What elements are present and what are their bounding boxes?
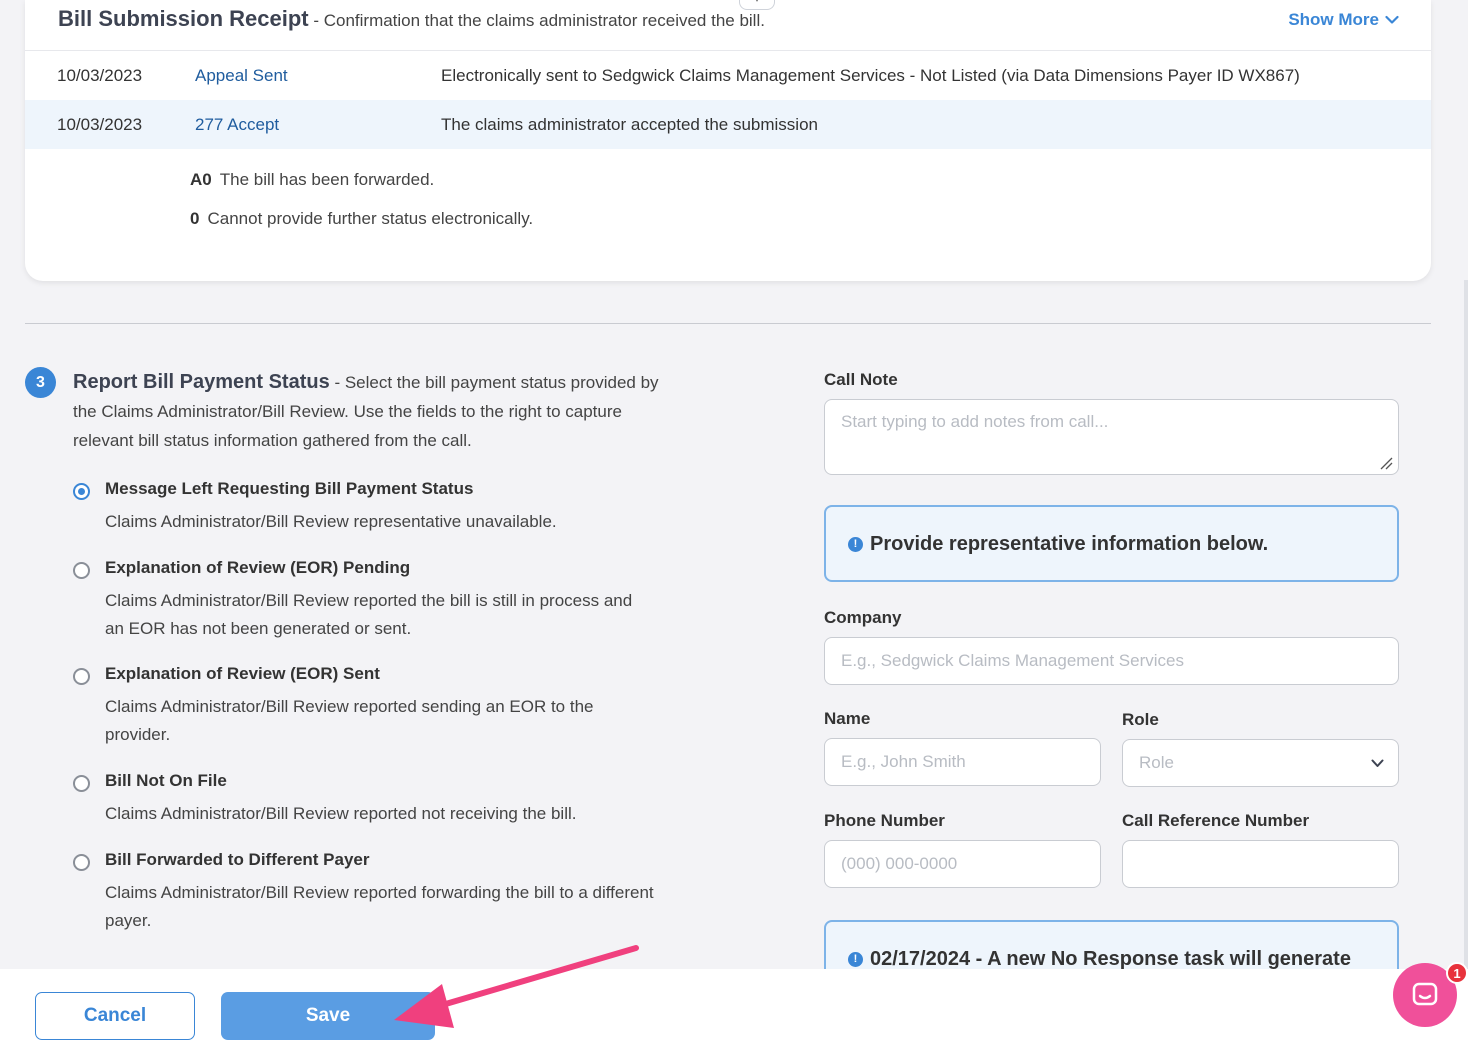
- radio-option-message-left[interactable]: Message Left Requesting Bill Payment Sta…: [73, 479, 653, 539]
- phone-number-input[interactable]: [824, 840, 1101, 888]
- radio-option-label: Explanation of Review (EOR) Sent: [105, 664, 380, 683]
- call-reference-input[interactable]: [1122, 840, 1399, 888]
- step-title: Report Bill Payment Status: [73, 371, 330, 393]
- radio-button[interactable]: [73, 854, 90, 871]
- info-message-box: ! Provide representative information bel…: [824, 505, 1399, 582]
- company-label: Company: [824, 608, 902, 627]
- radio-button[interactable]: [73, 562, 90, 579]
- resize-handle-icon[interactable]: [1379, 456, 1393, 470]
- status-code-text: The bill has been forwarded.: [219, 170, 435, 189]
- bill-submission-receipt-card: ▾ Bill Submission Receipt - Confirmation…: [25, 0, 1431, 281]
- call-note-label: Call Note: [824, 370, 898, 389]
- radio-option-description: Claims Administrator/Bill Review reporte…: [105, 883, 654, 930]
- radio-option-description: Claims Administrator/Bill Review reporte…: [105, 697, 594, 744]
- chevron-down-icon: [1385, 15, 1399, 24]
- receipt-header: Bill Submission Receipt - Confirmation t…: [58, 6, 765, 32]
- info-icon: !: [848, 952, 863, 967]
- show-more-button[interactable]: Show More: [1288, 10, 1399, 30]
- receipt-subtitle: - Confirmation that the claims administr…: [308, 11, 765, 30]
- radio-option-label: Bill Not On File: [105, 771, 227, 790]
- receipt-title: Bill Submission Receipt: [58, 6, 309, 31]
- radio-option-eor-pending[interactable]: Explanation of Review (EOR) Pending Clai…: [73, 558, 653, 648]
- status-code: 0: [190, 209, 200, 228]
- call-reference-label: Call Reference Number: [1122, 811, 1310, 830]
- radio-option-description: Claims Administrator/Bill Review reporte…: [105, 804, 577, 823]
- chevron-down-icon: [1371, 759, 1384, 767]
- receipt-description: The claims administrator accepted the su…: [441, 114, 818, 134]
- task-notice-text: 02/17/2024 - A new No Response task will…: [870, 948, 1351, 970]
- phone-number-label: Phone Number: [824, 811, 945, 830]
- section-divider: [25, 323, 1431, 324]
- company-input[interactable]: [824, 637, 1399, 685]
- call-note-textarea[interactable]: [824, 399, 1399, 475]
- info-message-text: Provide representative information below…: [870, 533, 1269, 555]
- role-select-value: Role: [1139, 753, 1174, 772]
- radio-option-description: Claims Administrator/Bill Review represe…: [105, 512, 557, 531]
- radio-option-bill-not-on-file[interactable]: Bill Not On File Claims Administrator/Bi…: [73, 771, 653, 831]
- radio-button[interactable]: [73, 775, 90, 792]
- status-code: A0: [190, 170, 212, 189]
- radio-option-label: Bill Forwarded to Different Payer: [105, 850, 370, 869]
- role-label: Role: [1122, 710, 1159, 729]
- action-bar: Cancel Save: [0, 969, 1468, 1058]
- status-code-text: Cannot provide further status electronic…: [207, 209, 534, 228]
- chat-icon: [1412, 982, 1438, 1006]
- radio-button[interactable]: [73, 668, 90, 685]
- notification-badge: 1: [1446, 962, 1468, 984]
- name-input[interactable]: [824, 738, 1101, 786]
- receipt-date: 10/03/2023: [57, 65, 143, 85]
- radio-option-description: Claims Administrator/Bill Review reporte…: [105, 591, 633, 638]
- show-more-label: Show More: [1288, 10, 1379, 29]
- step-intro: Report Bill Payment Status - Select the …: [73, 368, 673, 455]
- radio-option-eor-sent[interactable]: Explanation of Review (EOR) Sent Claims …: [73, 664, 653, 754]
- receipt-description: Electronically sent to Sedgwick Claims M…: [441, 65, 1300, 85]
- radio-option-label: Explanation of Review (EOR) Pending: [105, 558, 411, 577]
- info-icon: !: [848, 537, 863, 552]
- status-code-line: A0 The bill has been forwarded.: [190, 170, 434, 190]
- receipt-status: 277 Accept: [195, 114, 280, 134]
- receipt-status: Appeal Sent: [195, 65, 288, 85]
- scrollbar[interactable]: [1464, 280, 1468, 970]
- status-code-line: 0 Cannot provide further status electroni…: [190, 209, 533, 229]
- radio-option-label: Message Left Requesting Bill Payment Sta…: [105, 479, 474, 498]
- step-number-badge: 3: [25, 367, 56, 398]
- receipt-date: 10/03/2023: [57, 114, 143, 134]
- radio-button-selected[interactable]: [73, 483, 90, 500]
- save-button[interactable]: Save: [221, 992, 435, 1040]
- radio-option-bill-forwarded[interactable]: Bill Forwarded to Different Payer Claims…: [73, 850, 654, 940]
- cancel-button[interactable]: Cancel: [35, 992, 195, 1040]
- receipt-row: 10/03/2023 277 Accept The claims adminis…: [25, 100, 1431, 149]
- role-select[interactable]: Role: [1122, 739, 1399, 787]
- receipt-row: 10/03/2023 Appeal Sent Electronically se…: [25, 51, 1431, 100]
- name-label: Name: [824, 709, 871, 728]
